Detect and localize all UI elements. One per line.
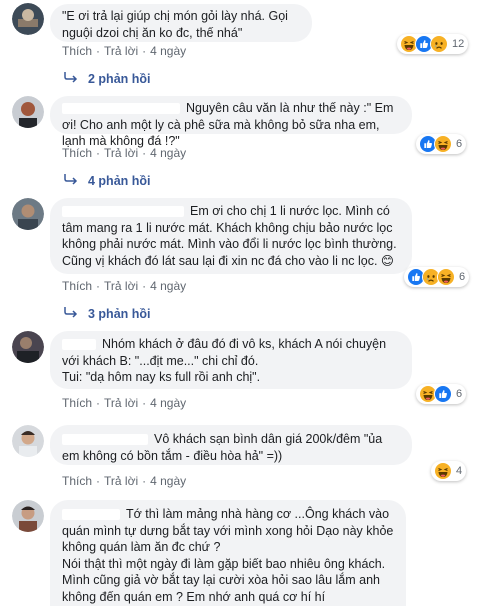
reaction-count: 4 bbox=[456, 465, 463, 477]
separator-dot: · bbox=[96, 474, 101, 488]
view-replies-link[interactable]: 2 phản hồi bbox=[64, 71, 151, 86]
reply-link[interactable]: Trả lời bbox=[104, 279, 138, 293]
author-name-redacted[interactable] bbox=[62, 509, 120, 521]
reaction-summary[interactable]: 6 bbox=[404, 267, 470, 287]
separator-dot: · bbox=[142, 44, 147, 58]
separator-dot: · bbox=[142, 279, 147, 293]
reaction-count: 12 bbox=[452, 38, 465, 50]
comment-time[interactable]: 4 ngày bbox=[150, 474, 186, 488]
comment-bubble: Nguyên câu văn là như thế này :" Em ơi! … bbox=[50, 96, 412, 148]
comment-bubble: Nhóm khách ở đâu đó đi vô ks, khách A nó… bbox=[50, 331, 412, 389]
comment-actions: Thích · Trả lời · 4 ngày bbox=[62, 396, 186, 410]
haha-icon bbox=[434, 462, 452, 480]
separator-dot: · bbox=[96, 44, 101, 58]
replies-count: 3 phản hồi bbox=[88, 306, 151, 321]
replies-count: 4 phản hồi bbox=[88, 173, 151, 188]
reaction-count: 6 bbox=[459, 271, 466, 283]
reply-arrow-icon bbox=[64, 306, 78, 321]
separator-dot: · bbox=[96, 279, 101, 293]
like-link[interactable]: Thích bbox=[62, 44, 92, 58]
reaction-count: 6 bbox=[456, 138, 463, 150]
author-name-redacted[interactable] bbox=[62, 206, 184, 218]
reply-link[interactable]: Trả lời bbox=[104, 396, 138, 410]
separator-dot: · bbox=[142, 396, 147, 410]
separator-dot: · bbox=[142, 474, 147, 488]
comment-time[interactable]: 4 ngày bbox=[150, 44, 186, 58]
reaction-count: 6 bbox=[456, 388, 463, 400]
like-link[interactable]: Thích bbox=[62, 474, 92, 488]
comment-text: "E ơi trả lại giúp chị món gỏi lày nhá. … bbox=[62, 9, 292, 40]
haha-icon bbox=[437, 268, 455, 286]
view-replies-link[interactable]: 4 phản hồi bbox=[64, 173, 151, 188]
reaction-summary[interactable]: 6 bbox=[416, 134, 467, 154]
reply-arrow-icon bbox=[64, 71, 78, 86]
like-link[interactable]: Thích bbox=[62, 396, 92, 410]
comment-actions: Thích · Trả lời · 4 ngày bbox=[62, 146, 186, 160]
comment-actions: Thích · Trả lời · 4 ngày bbox=[62, 474, 186, 488]
avatar[interactable] bbox=[12, 96, 44, 128]
sad-icon bbox=[430, 35, 448, 53]
comment-time[interactable]: 4 ngày bbox=[150, 396, 186, 410]
comment-time[interactable]: 4 ngày bbox=[150, 279, 186, 293]
reaction-summary[interactable]: 6 bbox=[416, 384, 467, 404]
separator-dot: · bbox=[96, 146, 101, 160]
like-link[interactable]: Thích bbox=[62, 279, 92, 293]
avatar[interactable] bbox=[12, 500, 44, 532]
comment-text: Tớ thì làm mảng nhà hàng cơ ...Ông khách… bbox=[62, 507, 394, 604]
reaction-summary[interactable]: 12 bbox=[397, 34, 469, 54]
comment-actions: Thích · Trả lời · 4 ngày bbox=[62, 279, 186, 293]
comment-bubble: "E ơi trả lại giúp chị món gỏi lày nhá. … bbox=[50, 4, 312, 42]
author-name-redacted[interactable] bbox=[62, 434, 148, 446]
avatar[interactable] bbox=[12, 198, 44, 230]
replies-count: 2 phản hồi bbox=[88, 71, 151, 86]
comment-text: Nhóm khách ở đâu đó đi vô ks, khách A nó… bbox=[62, 337, 387, 384]
separator-dot: · bbox=[96, 396, 101, 410]
separator-dot: · bbox=[142, 146, 147, 160]
haha-icon bbox=[434, 135, 452, 153]
comment-bubble: Tớ thì làm mảng nhà hàng cơ ...Ông khách… bbox=[50, 500, 406, 606]
avatar[interactable] bbox=[12, 331, 44, 363]
like-icon bbox=[434, 385, 452, 403]
like-link[interactable]: Thích bbox=[62, 146, 92, 160]
reply-link[interactable]: Trả lời bbox=[104, 474, 138, 488]
author-name-redacted[interactable] bbox=[62, 339, 96, 351]
reaction-summary[interactable]: 4 bbox=[431, 461, 467, 481]
reply-arrow-icon bbox=[64, 173, 78, 188]
comment-bubble: Vô khách sạn bình dân giá 200k/đêm "ủa e… bbox=[50, 425, 412, 465]
reply-link[interactable]: Trả lời bbox=[104, 44, 138, 58]
view-replies-link[interactable]: 3 phản hồi bbox=[64, 306, 151, 321]
reply-link[interactable]: Trả lời bbox=[104, 146, 138, 160]
comment-bubble: Em ơi cho chị 1 li nước lọc. Mình có tâm… bbox=[50, 198, 412, 274]
avatar[interactable] bbox=[12, 3, 44, 35]
comment-actions: Thích · Trả lời · 4 ngày bbox=[62, 44, 186, 58]
avatar[interactable] bbox=[12, 425, 44, 457]
author-name-redacted[interactable] bbox=[62, 103, 180, 115]
comment-time[interactable]: 4 ngày bbox=[150, 146, 186, 160]
